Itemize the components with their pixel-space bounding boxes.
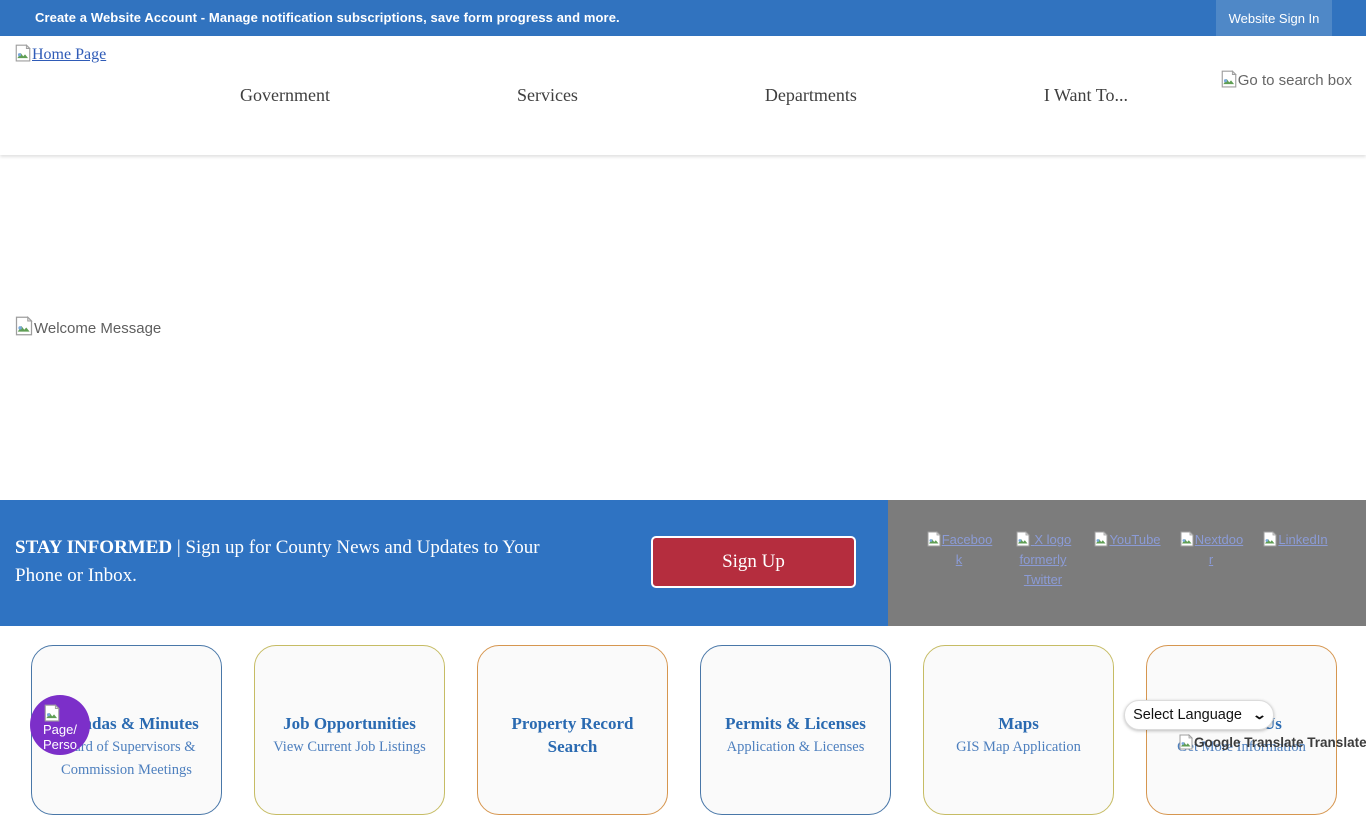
youtube-icon bbox=[1093, 531, 1109, 547]
card-title: Job Opportunities bbox=[263, 712, 436, 735]
card-title: Maps bbox=[932, 712, 1105, 735]
home-page-logo-link[interactable]: Home Page bbox=[14, 44, 106, 64]
nextdoor-link[interactable]: Nextdoor bbox=[1177, 530, 1245, 570]
main-navigation: Government Services Departments I Want T… bbox=[240, 82, 1128, 108]
sign-up-button[interactable]: Sign Up bbox=[651, 536, 856, 588]
welcome-message-alt: Welcome Message bbox=[34, 320, 161, 337]
nav-item-departments[interactable]: Departments bbox=[765, 85, 857, 106]
facebook-label: Facebook bbox=[942, 532, 993, 567]
nav-item-government[interactable]: Government bbox=[240, 85, 330, 106]
linkedin-label: LinkedIn bbox=[1278, 532, 1327, 547]
go-to-search-box-link[interactable]: Go to search box bbox=[1220, 70, 1352, 89]
stay-informed-panel: STAY INFORMED | Sign up for County News … bbox=[0, 500, 888, 626]
translate-label: Translate bbox=[1307, 735, 1366, 750]
top-alert-bar: Create a Website Account - Manage notifi… bbox=[0, 0, 1366, 36]
create-account-link[interactable]: Create a Website Account - Manage notifi… bbox=[35, 10, 620, 25]
google-translate-attribution: Google Translate Translate bbox=[1178, 734, 1366, 750]
search-box-label: Go to search box bbox=[1238, 72, 1352, 89]
x-twitter-link[interactable]: X logo formerly Twitter bbox=[1009, 530, 1077, 590]
broken-image-icon bbox=[1220, 70, 1238, 88]
linkedin-link[interactable]: LinkedIn bbox=[1261, 530, 1329, 550]
card-permits-licenses[interactable]: Permits & Licenses Application & License… bbox=[700, 645, 891, 815]
card-subtitle: Application & Licenses bbox=[709, 736, 882, 759]
card-subtitle: View Current Job Listings bbox=[263, 736, 436, 759]
quick-links-row: Agendas & Minutes Board of Supervisors &… bbox=[31, 645, 1337, 815]
stay-informed-title: STAY INFORMED bbox=[15, 537, 172, 558]
stay-informed-text: STAY INFORMED | Sign up for County News … bbox=[15, 534, 560, 590]
chevron-down-icon: ⌄ bbox=[1252, 707, 1267, 723]
card-title: Permits & Licenses bbox=[709, 712, 882, 735]
stay-informed-separator: | bbox=[177, 537, 181, 558]
google-translate-logo-icon bbox=[1178, 734, 1194, 750]
select-language-label: Select Language bbox=[1133, 707, 1242, 723]
social-links-panel: Facebook X logo formerly Twitter YouTube… bbox=[888, 500, 1366, 626]
linkedin-icon bbox=[1262, 531, 1278, 547]
stay-informed-banner: STAY INFORMED | Sign up for County News … bbox=[0, 500, 1366, 626]
website-sign-in-button[interactable]: Website Sign In bbox=[1216, 0, 1332, 36]
broken-image-icon bbox=[14, 316, 34, 336]
site-header: Home Page Government Services Department… bbox=[0, 36, 1366, 155]
card-job-opportunities[interactable]: Job Opportunities View Current Job Listi… bbox=[254, 645, 445, 815]
nextdoor-label: Nextdoor bbox=[1195, 532, 1243, 567]
welcome-message-image: Welcome Message bbox=[14, 316, 161, 337]
home-page-logo-label: Home Page bbox=[32, 46, 106, 63]
page-person-widget-button[interactable]: Page/ Perso bbox=[30, 695, 90, 755]
facebook-link[interactable]: Facebook bbox=[925, 530, 993, 570]
nextdoor-icon bbox=[1179, 531, 1195, 547]
google-translate-alt: Google Translate bbox=[1194, 735, 1304, 750]
youtube-link[interactable]: YouTube bbox=[1093, 530, 1161, 550]
nav-item-services[interactable]: Services bbox=[517, 85, 578, 106]
broken-image-icon bbox=[14, 44, 32, 62]
youtube-label: YouTube bbox=[1109, 532, 1160, 547]
nav-item-i-want-to[interactable]: I Want To... bbox=[1044, 85, 1128, 106]
card-maps[interactable]: Maps GIS Map Application bbox=[923, 645, 1114, 815]
card-subtitle: GIS Map Application bbox=[932, 736, 1105, 759]
page-person-label-line1: Page/ bbox=[43, 722, 90, 737]
x-twitter-icon bbox=[1015, 531, 1031, 547]
select-language-dropdown[interactable]: Select Language ⌄ bbox=[1124, 700, 1274, 730]
facebook-icon bbox=[926, 531, 942, 547]
card-contact-us[interactable]: Contact Us Get More Information bbox=[1146, 645, 1337, 815]
card-property-record-search[interactable]: Property Record Search bbox=[477, 645, 668, 815]
broken-image-icon bbox=[43, 704, 61, 722]
card-title: Property Record Search bbox=[486, 712, 659, 758]
